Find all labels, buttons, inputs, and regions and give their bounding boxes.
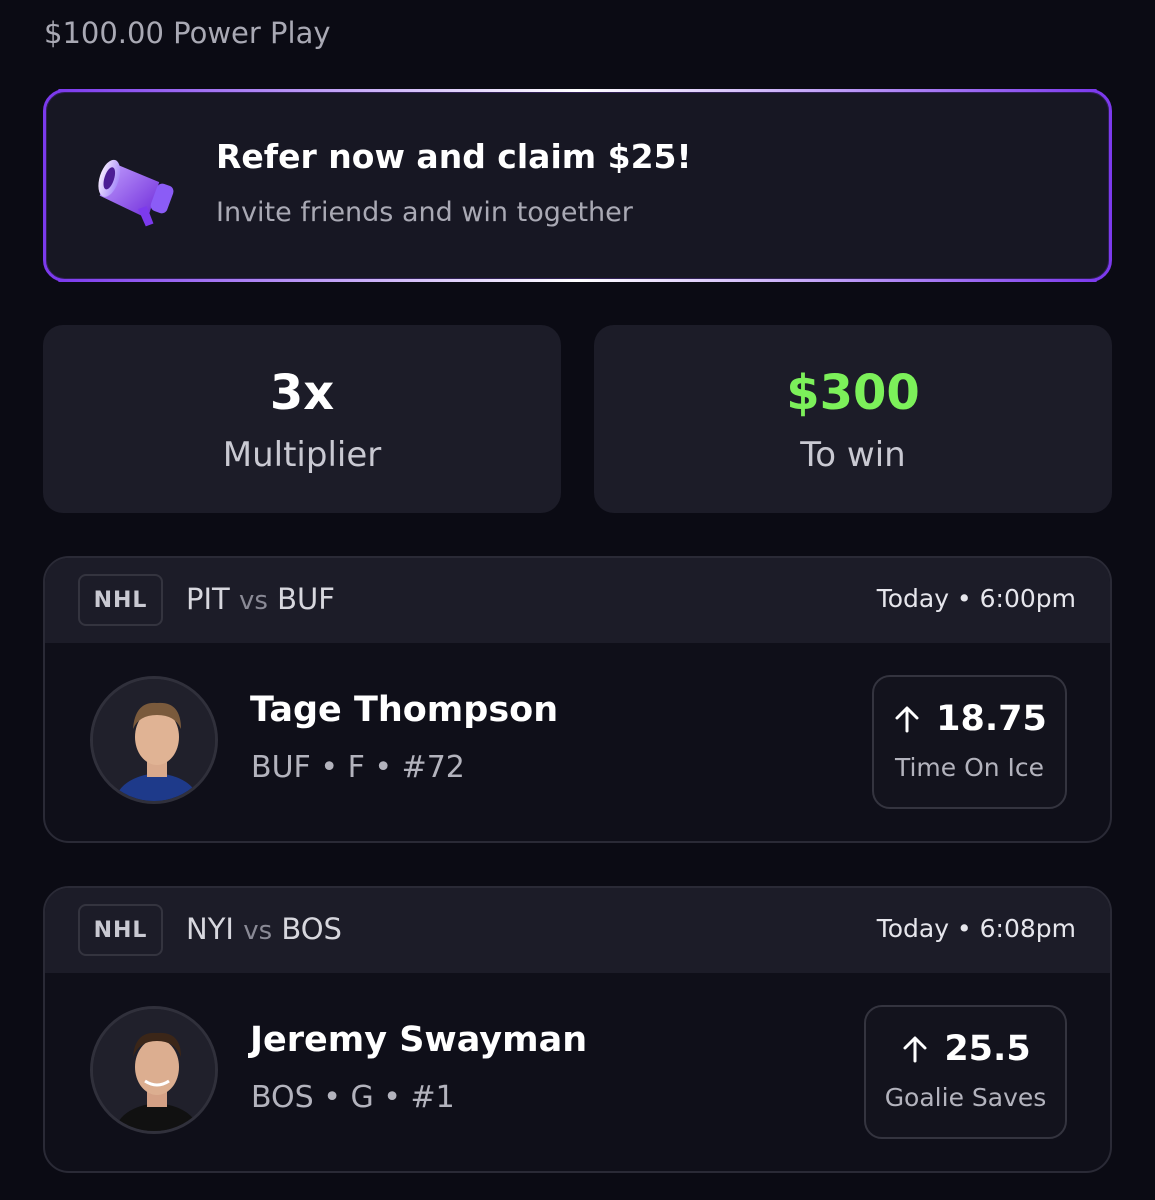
player-avatar <box>90 676 218 804</box>
payout-value: $300 <box>786 365 920 421</box>
league-badge: NHL <box>78 904 163 956</box>
game-time: Today • 6:00pm <box>876 584 1076 613</box>
team-away: PIT <box>186 582 230 616</box>
team-away: NYI <box>186 912 234 946</box>
multiplier-value: 3x <box>269 365 335 421</box>
payout-label: To win <box>800 435 906 475</box>
multiplier-card: 3x Multiplier <box>43 325 561 513</box>
pick-header: NHL PIT vs BUF Today • 6:00pm <box>45 558 1110 643</box>
pick-card[interactable]: NHL PIT vs BUF Today • 6:00pm Tage Thomp… <box>43 556 1112 843</box>
player-info: BUF • F • #72 <box>251 750 465 785</box>
game-time: Today • 6:08pm <box>876 914 1076 943</box>
prop-line-value-row: 18.75 <box>874 699 1065 739</box>
player-photo-icon <box>93 679 215 801</box>
vs-label: vs <box>243 916 273 946</box>
arrow-up-icon <box>895 706 919 733</box>
team-home: BUF <box>277 582 335 616</box>
prop-line-button[interactable]: 25.5 Goalie Saves <box>864 1005 1067 1139</box>
team-home: BOS <box>281 912 342 946</box>
matchup: NYI vs BOS <box>186 912 342 946</box>
pick-header: NHL NYI vs BOS Today • 6:08pm <box>45 888 1110 973</box>
prop-line-value-row: 25.5 <box>866 1029 1065 1069</box>
player-photo-icon <box>93 1009 215 1131</box>
player-name: Tage Thompson <box>250 690 559 730</box>
arrow-up-icon <box>903 1036 927 1063</box>
prop-stat-label: Goalie Saves <box>884 1083 1047 1112</box>
prop-line-button[interactable]: 18.75 Time On Ice <box>872 675 1067 809</box>
player-name: Jeremy Swayman <box>250 1020 588 1060</box>
matchup: PIT vs BUF <box>186 582 335 616</box>
payout-card: $300 To win <box>594 325 1112 513</box>
prop-line-value: 25.5 <box>944 1029 1031 1069</box>
pick-card[interactable]: NHL NYI vs BOS Today • 6:08pm Jeremy Swa… <box>43 886 1112 1173</box>
megaphone-icon <box>98 159 174 227</box>
prop-line-value: 18.75 <box>936 699 1047 739</box>
referral-banner[interactable]: Refer now and claim $25! Invite friends … <box>43 89 1112 282</box>
promo-title: Refer now and claim $25! <box>216 137 692 176</box>
promo-subtitle: Invite friends and win together <box>216 197 633 228</box>
vs-label: vs <box>238 586 268 616</box>
league-badge: NHL <box>78 574 163 626</box>
player-info: BOS • G • #1 <box>251 1080 455 1115</box>
prop-stat-label: Time On Ice <box>894 753 1045 782</box>
header-title: $100.00 Power Play <box>44 16 331 50</box>
multiplier-label: Multiplier <box>222 435 382 475</box>
player-avatar <box>90 1006 218 1134</box>
